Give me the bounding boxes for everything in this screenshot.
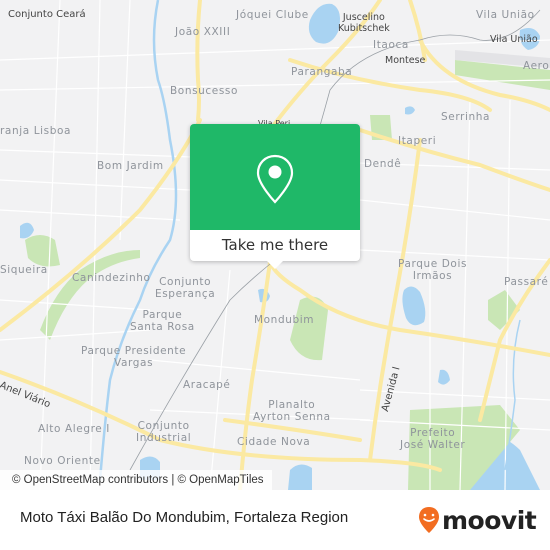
label-conjunto-ceara: Conjunto Ceará [8, 9, 86, 20]
popup-pointer [266, 260, 284, 269]
label-conjunto-esperanca: Conjunto Esperança [155, 276, 216, 300]
label-passare: Passaré [504, 276, 549, 288]
label-montese: Montese [385, 55, 426, 66]
label-juscelino-kubitschek: Juscelino Kubitschek [338, 12, 390, 34]
label-parque-presidente-vargas: Parque Presidente Vargas [81, 345, 187, 369]
label-conjunto-industrial: Conjunto Industrial [136, 420, 192, 444]
label-parque-dois-irmaos: Parque Dois Irmãos [398, 258, 468, 282]
label-mondubim: Mondubim [254, 314, 315, 326]
popup-header [190, 124, 360, 230]
lake-parque-dois-irmaos [402, 286, 426, 326]
label-bom-jardim: Bom Jardim [97, 160, 164, 172]
label-vila-uniao-station: Vila União [490, 34, 538, 45]
footer: Moto Táxi Balão Do Mondubim, Fortaleza R… [0, 490, 550, 550]
label-joquei-clube: Jóquei Clube [236, 9, 309, 21]
lake-parangaba [308, 3, 340, 44]
place-title: Moto Táxi Balão Do Mondubim, Fortaleza R… [20, 509, 349, 526]
map-attribution[interactable]: © OpenStreetMap contributors | © OpenMap… [0, 470, 272, 490]
label-vila-uniao: Vila União [476, 9, 535, 21]
label-itaoca: Itaoca [373, 39, 409, 51]
moovit-pin-icon [419, 507, 439, 533]
label-novo-oriente: Novo Oriente [24, 455, 101, 467]
moovit-logo[interactable]: moovit [418, 504, 537, 536]
label-parque-santa-rosa: Parque Santa Rosa [130, 309, 195, 333]
map-canvas[interactable]: Conjunto Ceará Jóquei Clube João XXIII J… [0, 0, 550, 490]
lake-west [20, 222, 34, 239]
label-aracape: Aracapé [183, 379, 231, 391]
lake-montese [405, 106, 415, 115]
label-planalto-ayrton-senna: Planalto Ayrton Senna [253, 399, 331, 423]
label-granja-lisboa: ranja Lisboa [0, 125, 72, 137]
lake-east [438, 369, 450, 385]
label-itaperi: Itaperi [398, 135, 437, 147]
location-popup[interactable]: Take me there [190, 124, 360, 269]
label-cidade-nova: Cidade Nova [237, 436, 311, 448]
label-parangaba: Parangaba [291, 66, 353, 78]
lake-southwest-2 [288, 464, 312, 490]
label-dende: Dendê [364, 158, 402, 170]
label-joao-xxiii: João XXIII [175, 26, 231, 38]
label-bonsucesso: Bonsucesso [170, 85, 239, 97]
label-aeroporto: Aerop [523, 60, 550, 72]
moovit-wordmark: moovit [442, 505, 537, 535]
map-pin-icon [256, 154, 294, 204]
label-alto-alegre-i: Alto Alegre I [38, 423, 110, 435]
take-me-there-button[interactable]: Take me there [190, 230, 360, 261]
road-washington [408, 0, 427, 62]
label-prefeito-jose-walter: Prefeito José Walter [400, 427, 466, 451]
label-canindezinho: Canindezinho [72, 272, 151, 284]
park-west [25, 235, 60, 267]
road-augusto [195, 0, 202, 122]
label-siqueira: Siqueira [0, 264, 48, 276]
label-serrinha: Serrinha [441, 111, 491, 123]
